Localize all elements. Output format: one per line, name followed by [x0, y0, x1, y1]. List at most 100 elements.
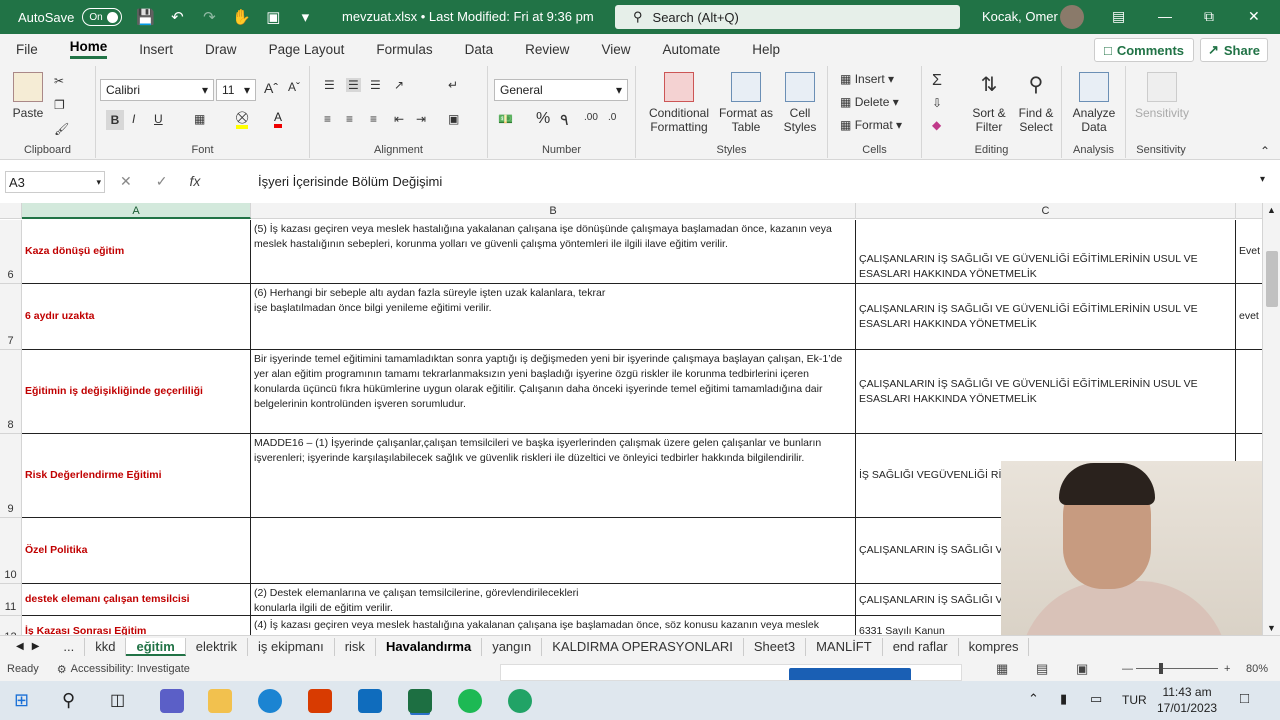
delete-cells-button[interactable]: ▦ Delete ▾ [840, 95, 899, 109]
microphone-icon[interactable]: ▮ [1060, 691, 1067, 707]
cell-styles-button[interactable]: Cell Styles [778, 72, 822, 134]
scroll-down-icon[interactable]: ▼ [1267, 623, 1276, 633]
row-header[interactable]: 6 [0, 220, 22, 284]
battery-icon[interactable]: ▭ [1090, 691, 1102, 707]
fill-icon[interactable]: ⇩ [932, 96, 942, 110]
vertical-scrollbar[interactable]: ▲ ▼ [1262, 203, 1280, 637]
cell-a7[interactable]: 6 aydır uzakta [22, 284, 251, 350]
avatar[interactable] [1060, 5, 1084, 29]
format-painter-icon[interactable]: 🖌 [54, 122, 69, 136]
tab-home[interactable]: Home [69, 39, 108, 59]
sheet-tab-elektrik[interactable]: elektrik [186, 637, 248, 656]
tab-file[interactable]: File [16, 42, 38, 57]
touch-mode-icon[interactable]: ✋ [232, 8, 251, 26]
insert-cells-button[interactable]: ▦ Insert ▾ [840, 72, 894, 86]
bold-button[interactable]: B [106, 110, 124, 130]
currency-icon[interactable]: 💵 [498, 112, 513, 126]
row-header[interactable]: 9 [0, 434, 22, 518]
enter-icon[interactable]: ✓ [156, 173, 168, 189]
cell-a9[interactable]: Risk Değerlendirme Eğitimi [22, 434, 251, 518]
sheet-tab-sheet3[interactable]: Sheet3 [744, 637, 807, 656]
collapse-ribbon-icon[interactable]: ⌃ [1260, 144, 1270, 158]
increase-decimal-icon[interactable]: .00 [584, 112, 598, 123]
sheet-tab-yangin[interactable]: yangın [482, 637, 543, 656]
search-box[interactable]: ⚲ Search (Alt+Q) [615, 5, 960, 29]
cut-icon[interactable]: ✂ [54, 74, 64, 88]
format-as-table-button[interactable]: Format as Table [716, 72, 776, 134]
sheet-tab-end-raflar[interactable]: end raflar [883, 637, 959, 656]
column-header-a[interactable]: A [22, 203, 251, 219]
spotify-icon[interactable] [458, 689, 482, 713]
scroll-thumb[interactable] [1266, 251, 1278, 307]
minimize-icon[interactable]: — [1158, 8, 1172, 24]
cell-d7[interactable]: evet [1236, 284, 1262, 350]
share-button[interactable]: ↗ Share [1200, 38, 1268, 62]
analyze-data-button[interactable]: Analyze Data [1070, 72, 1118, 134]
tab-review[interactable]: Review [525, 42, 569, 57]
row-header[interactable]: 7 [0, 284, 22, 350]
column-header-d[interactable] [1236, 203, 1262, 219]
excel-icon[interactable] [408, 689, 432, 713]
tab-draw[interactable]: Draw [205, 42, 237, 57]
cell-b6[interactable]: (5) İş kazası geçiren veya meslek hastal… [251, 220, 856, 284]
tab-view[interactable]: View [601, 42, 630, 57]
close-icon[interactable]: ✕ [1248, 8, 1260, 25]
ribbon-display-icon[interactable]: ▤ [1112, 8, 1125, 25]
column-header-c[interactable]: C [856, 203, 1236, 219]
tray-chevron-icon[interactable]: ⌃ [1028, 691, 1039, 707]
find-select-button[interactable]: ⚲ Find & Select [1014, 72, 1058, 134]
cell-a6[interactable]: Kaza dönüşü eğitim [22, 220, 251, 284]
row-header[interactable]: 8 [0, 350, 22, 434]
windows-start-icon[interactable]: ⊞ [14, 690, 29, 711]
customize-qat-icon[interactable]: ▾ [296, 8, 314, 26]
cell-a11[interactable]: destek elemanı çalışan temsilcisi [22, 584, 251, 616]
borders-icon[interactable]: ▦ [194, 112, 205, 126]
shrink-font-icon[interactable]: Aˇ [288, 80, 300, 94]
zoom-level[interactable]: 80% [1246, 663, 1268, 675]
top-align-icon[interactable]: ☰ [324, 78, 335, 92]
align-center-icon[interactable]: ≡ [346, 112, 353, 126]
zoom-in-icon[interactable]: + [1224, 663, 1230, 675]
row-header[interactable]: 12 [0, 616, 22, 635]
sheet-tab-manlift[interactable]: MANLİFT [806, 637, 883, 656]
sheet-tab-egitim[interactable]: eğitim [126, 637, 186, 656]
clear-icon[interactable]: ◆ [932, 118, 941, 132]
expand-formula-icon[interactable]: ▾ [1260, 174, 1265, 185]
camera-icon[interactable]: ▣ [264, 8, 282, 26]
language-indicator[interactable]: TUR [1122, 693, 1147, 707]
decrease-indent-icon[interactable]: ⇤ [394, 112, 404, 126]
accessibility-icon[interactable]: ⚙ [57, 663, 67, 676]
percent-icon[interactable]: % [536, 110, 550, 128]
formula-input[interactable]: İşyeri İçerisinde Bölüm Değişimi [258, 174, 442, 189]
tab-insert[interactable]: Insert [139, 42, 173, 57]
cell-a12[interactable]: İş Kazası Sonrası Eğitim [22, 616, 251, 635]
edge-icon[interactable] [258, 689, 282, 713]
align-left-icon[interactable]: ≡ [324, 112, 331, 126]
user-name[interactable]: Kocak, Omer [982, 9, 1058, 24]
undo-icon[interactable]: ↶ [168, 8, 186, 26]
cell-c7[interactable]: ÇALIŞANLARIN İŞ SAĞLIĞI VE GÜVENLİĞİ EĞİ… [856, 284, 1236, 350]
wrap-text-icon[interactable]: ↵ [448, 78, 458, 92]
middle-align-icon[interactable]: ☰ [346, 78, 361, 92]
sensitivity-button[interactable]: Sensitivity [1130, 72, 1194, 120]
row-header[interactable]: 11 [0, 584, 22, 616]
zoom-slider[interactable] [1136, 668, 1218, 669]
tab-data[interactable]: Data [465, 42, 494, 57]
cell-b9[interactable]: MADDE16 – (1) İşyerinde çalışanlar,çalış… [251, 434, 856, 518]
sort-filter-button[interactable]: ⇅ Sort & Filter [966, 72, 1012, 134]
column-header-b[interactable]: B [251, 203, 856, 219]
prev-sheet-icon[interactable]: ◀ [16, 641, 24, 652]
grow-font-icon[interactable]: Aˆ [264, 80, 278, 96]
tab-page-layout[interactable]: Page Layout [269, 42, 345, 57]
cell-d8[interactable] [1236, 350, 1262, 434]
sheet-tab-risk[interactable]: risk [335, 637, 376, 656]
sheet-tab-kaldirma[interactable]: KALDIRMA OPERASYONLARI [542, 637, 744, 656]
zoom-slider-thumb[interactable] [1159, 663, 1163, 674]
notification-button[interactable] [789, 668, 911, 680]
font-color-icon[interactable]: A [274, 110, 283, 128]
merge-center-icon[interactable]: ▣ [448, 112, 459, 126]
name-box[interactable]: A3 ▾ [5, 171, 105, 193]
cell-a8[interactable]: Eğitimin iş değişikliğinde geçerliliği [22, 350, 251, 434]
orientation-icon[interactable]: ↗ [394, 78, 404, 92]
row-header[interactable]: 10 [0, 518, 22, 584]
